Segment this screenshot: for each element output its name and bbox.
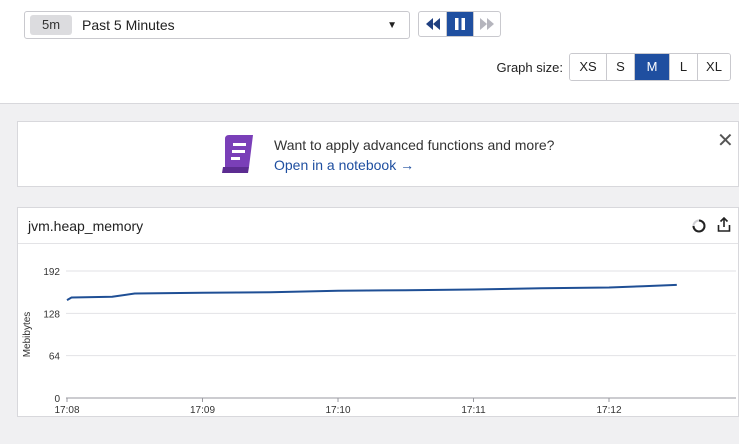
banner-message: Want to apply advanced functions and mor… [274,137,555,153]
y-tick-label: 0 [54,394,60,405]
chevron-down-icon: ▼ [387,19,397,31]
graph-size-l-button[interactable]: L [669,54,697,80]
graph-size-options: XS S M L XL [569,53,731,81]
graph-size-m-button[interactable]: M [634,54,669,80]
notebook-icon [222,135,253,173]
y-tick-label: 64 [49,352,61,363]
panel-title: jvm.heap_memory [28,218,144,234]
rewind-button[interactable] [419,12,446,36]
graph-size-xl-button[interactable]: XL [697,54,730,80]
graph-size-s-button[interactable]: S [606,54,634,80]
playback-controls [418,11,501,37]
y-axis-label: Mebibytes [22,312,33,358]
metric-panel: jvm.heap_memory 0 64 128 192 17:08 17:09 17:10… [17,207,739,417]
pause-icon [455,18,465,30]
graph-size-label: Graph size: [496,59,563,75]
time-range-label: Past 5 Minutes [82,17,175,33]
time-range-picker[interactable]: 5m Past 5 Minutes ▼ [24,11,410,39]
notebook-banner: Want to apply advanced functions and mor… [17,121,739,187]
y-tick-label: 128 [43,309,60,320]
rewind-icon [425,18,440,30]
fast-forward-icon [480,18,494,30]
time-range-badge: 5m [30,15,72,35]
export-icon[interactable] [716,217,732,233]
loading-spinner-icon [692,219,706,233]
graph-size-xs-button[interactable]: XS [570,54,606,80]
toolbar: 5m Past 5 Minutes ▼ Graph size: XS S M L [0,0,739,104]
series-line [66,283,677,301]
x-tick-label: 17:08 [54,405,79,416]
graph-size-selector: Graph size: XS S M L XL [497,53,731,81]
x-tick-label: 17:12 [596,405,621,416]
x-tick-label: 17:09 [190,405,215,416]
x-tick-label: 17:11 [461,405,486,416]
pause-button[interactable] [446,12,473,36]
heap-memory-chart: 0 64 128 192 17:08 17:09 17:10 17:11 17:12 Mebiby… [22,267,736,416]
y-tick-label: 192 [43,267,60,278]
x-tick-label: 17:10 [325,405,350,416]
open-notebook-link[interactable]: Open in a notebook → [274,157,414,173]
fast-forward-button[interactable] [473,12,500,36]
panel-header: jvm.heap_memory [18,208,738,244]
close-icon[interactable]: ✕ [717,131,734,151]
